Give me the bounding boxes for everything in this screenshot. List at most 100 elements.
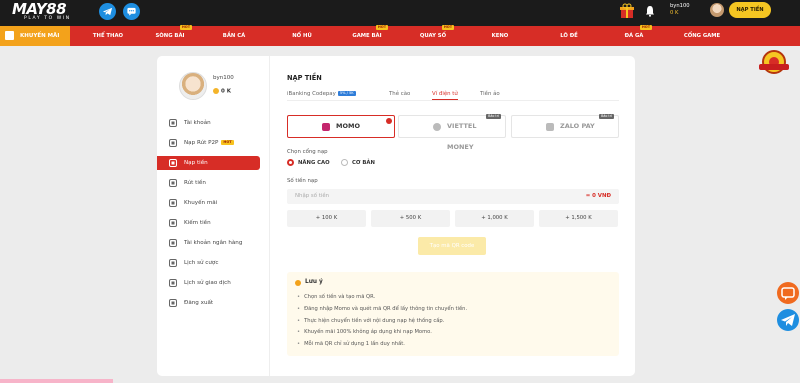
method-label: VIETTEL MONEY bbox=[447, 122, 477, 151]
nav-item[interactable]: CỔNG GAME bbox=[670, 26, 734, 46]
note-item: Khuyến mãi 100% không áp dụng khi nạp Mo… bbox=[297, 327, 467, 339]
radio-dot bbox=[287, 159, 294, 166]
quick-amount-button[interactable]: + 1,500 K bbox=[539, 210, 618, 227]
nav-item[interactable]: THỂ THAO bbox=[84, 26, 132, 46]
sidebar-item-label: Nạp Rút P2P bbox=[184, 140, 219, 146]
sidebar-item[interactable]: Kiếm tiền bbox=[169, 216, 259, 230]
withdraw-icon bbox=[169, 179, 177, 187]
deposit-content: NẠP TIỀN iBanking Codepay 5% / 5K Thẻ cào V… bbox=[287, 56, 627, 376]
sidebar-item-text: Khuyến mãi bbox=[184, 196, 217, 210]
quick-amount-button[interactable]: + 100 K bbox=[287, 210, 366, 227]
sidebar-item[interactable]: Nạp Rút P2P HOT bbox=[169, 136, 259, 150]
sidebar-item[interactable]: Tài khoản ngân hàng bbox=[169, 236, 259, 250]
nav-item[interactable]: NỔ HŨ bbox=[282, 26, 322, 46]
live-chat-icon[interactable] bbox=[777, 282, 799, 304]
tab-label: Thẻ cào bbox=[389, 91, 411, 97]
bank-icon bbox=[169, 239, 177, 247]
nav-item-label: LÔ ĐỀ bbox=[560, 33, 578, 39]
quick-amount-button[interactable]: + 500 K bbox=[371, 210, 450, 227]
sidebar-item[interactable]: Tài khoản bbox=[169, 116, 259, 130]
note-item: Thực hiện chuyển tiền với nội dung nạp h… bbox=[297, 316, 467, 328]
nav-item[interactable]: GAME BÀI HOT bbox=[344, 25, 390, 46]
lucky-wheel-icon[interactable] bbox=[749, 48, 799, 74]
bell-icon[interactable] bbox=[645, 5, 655, 17]
nav-item-label: ĐÁ GÀ bbox=[624, 33, 644, 39]
telegram-icon[interactable] bbox=[99, 3, 116, 20]
method-viettel-money[interactable]: VIETTEL MONEY Bảo trì bbox=[398, 114, 506, 151]
nav-item-label: QUAY SỐ bbox=[419, 33, 447, 39]
nav-item-label: SÒNG BÀI bbox=[155, 33, 185, 39]
swap-icon bbox=[169, 139, 177, 147]
hot-badge: HOT bbox=[221, 140, 234, 145]
tab-label: Tiền ảo bbox=[480, 91, 500, 97]
header-avatar[interactable] bbox=[710, 3, 724, 17]
nav-item[interactable]: SÒNG BÀI HOT bbox=[146, 25, 194, 46]
method-momo[interactable]: MOMO bbox=[287, 115, 395, 138]
logout-icon bbox=[169, 299, 177, 307]
sidebar-item-text: Lịch sử cược bbox=[184, 256, 218, 270]
logo-text: MAY88 bbox=[12, 0, 67, 18]
viettel-money-icon bbox=[433, 123, 441, 131]
sidebar-item[interactable]: Lịch sử giao dịch bbox=[169, 276, 259, 290]
gateway-basic[interactable]: CƠ BẢN bbox=[341, 159, 375, 167]
deposit-tabs: iBanking Codepay 5% / 5K Thẻ cào Ví điện tử… bbox=[287, 89, 619, 101]
brand-logo[interactable]: MAY88 PLAY TO WIN bbox=[12, 1, 92, 25]
nav-item[interactable]: KENO bbox=[480, 26, 520, 46]
bottom-bar bbox=[0, 379, 113, 383]
main-nav: KHUYẾN MÃI THỂ THAO SÒNG BÀI HOT BẮN CÁ NỔ H… bbox=[0, 25, 800, 74]
sidebar-item[interactable]: Đăng xuất bbox=[169, 296, 259, 310]
tab[interactable]: iBanking Codepay 5% / 5K bbox=[287, 89, 356, 99]
tab[interactable]: Ví điện tử bbox=[432, 89, 458, 100]
nav-item-label: NỔ HŨ bbox=[292, 33, 312, 39]
header-username: byn100 bbox=[670, 3, 690, 9]
method-zalo-pay[interactable]: ZALO PAY Bảo trì bbox=[511, 114, 619, 138]
gateway-advanced[interactable]: NÂNG CAO bbox=[287, 159, 330, 167]
header-deposit-button[interactable]: NẠP TIỀN bbox=[729, 2, 771, 18]
maintenance-badge: Bảo trì bbox=[486, 114, 501, 119]
note-item: Mỗi mã QR chỉ sử dụng 1 lần duy nhất. bbox=[297, 339, 467, 351]
zalo-pay-icon bbox=[546, 123, 554, 131]
nav-item[interactable]: QUAY SỐ HOT bbox=[410, 25, 456, 46]
tab[interactable]: Tiền ảo bbox=[480, 89, 500, 99]
nav-promo[interactable]: KHUYẾN MÃI bbox=[0, 26, 70, 46]
avatar[interactable] bbox=[179, 72, 207, 100]
note-item: Chọn số tiền và tạo mã QR. bbox=[297, 292, 467, 304]
sidebar-item-label: Rút tiền bbox=[184, 180, 206, 186]
sidebar-item-label: Tài khoản ngân hàng bbox=[184, 240, 243, 246]
nav-item-label: THỂ THAO bbox=[92, 33, 124, 39]
sidebar-item[interactable]: Lịch sử cược bbox=[169, 256, 259, 270]
tab-label: Ví điện tử bbox=[432, 91, 458, 97]
nav-item[interactable]: ĐÁ GÀ HOT bbox=[614, 25, 654, 46]
quick-amount-button[interactable]: + 1,000 K bbox=[455, 210, 534, 227]
sidebar-item[interactable]: Nạp tiền bbox=[157, 156, 260, 170]
create-qr-button[interactable]: Tạo mã QR code bbox=[418, 237, 486, 255]
nav-item[interactable]: BẮN CÁ bbox=[212, 26, 256, 46]
logo-tagline: PLAY TO WIN bbox=[24, 16, 71, 21]
history-icon bbox=[169, 259, 177, 267]
tab[interactable]: Thẻ cào bbox=[389, 89, 410, 99]
nav-item-label: GAME BÀI bbox=[352, 33, 382, 39]
amount-input[interactable]: Nhập số tiền = 0 VNĐ bbox=[287, 189, 619, 204]
note-title: Lưu ý bbox=[305, 279, 323, 285]
sidebar-item-text: Tài khoản bbox=[184, 116, 211, 130]
telegram-float-icon[interactable] bbox=[777, 309, 799, 331]
radio-dot bbox=[341, 159, 348, 166]
sidebar-item-label: Kiếm tiền bbox=[184, 220, 211, 226]
nav-item[interactable]: LÔ ĐỀ bbox=[548, 26, 590, 46]
momo-icon bbox=[322, 123, 330, 131]
sidebar-item-text: Tài khoản ngân hàng bbox=[184, 236, 242, 250]
chat-icon[interactable] bbox=[123, 3, 140, 20]
sidebar-item-label: Đăng xuất bbox=[184, 300, 214, 306]
hot-badge: HOT bbox=[640, 25, 652, 30]
sidebar-item[interactable]: Khuyến mãi bbox=[169, 196, 259, 210]
account-sidebar: byn100 0 K Tài khoản Nạp Rút P2P HOT Nạp ti… bbox=[157, 56, 270, 376]
gift-icon[interactable] bbox=[620, 3, 634, 19]
note-list: Chọn số tiền và tạo mã QR.Đăng nhập Momo… bbox=[297, 292, 467, 351]
sidebar-item[interactable]: Rút tiền bbox=[169, 176, 259, 190]
hot-badge: HOT bbox=[442, 25, 454, 30]
sidebar-item-text: Đăng xuất bbox=[184, 296, 213, 310]
page-title: NẠP TIỀN bbox=[287, 74, 322, 82]
amount-placeholder: Nhập số tiền bbox=[295, 193, 330, 199]
nav-item-label: CỔNG GAME bbox=[683, 33, 721, 39]
transactions-icon bbox=[169, 279, 177, 287]
